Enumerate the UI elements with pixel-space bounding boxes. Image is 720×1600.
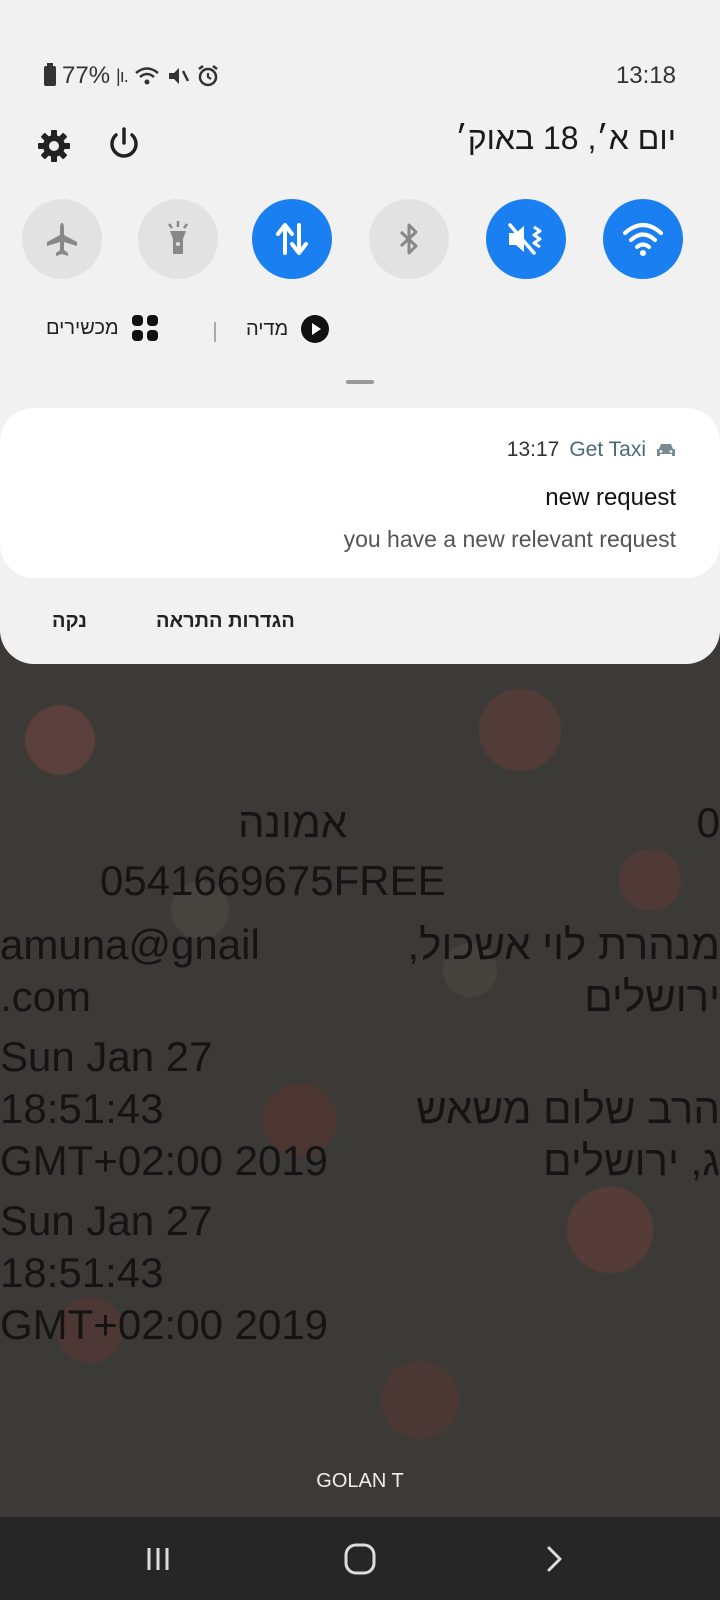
notification-time: 13:17 bbox=[506, 438, 560, 461]
battery-level: 77% bbox=[62, 62, 111, 89]
vibrate-mute-icon bbox=[508, 223, 542, 255]
recents-button[interactable] bbox=[138, 1539, 178, 1579]
back-button[interactable] bbox=[534, 1539, 574, 1579]
date-label: יום א׳, 18 באוק׳ bbox=[455, 120, 676, 156]
airplane-icon bbox=[47, 223, 77, 256]
notification-header: Get Taxi 13:17 bbox=[507, 438, 676, 462]
car-icon bbox=[657, 444, 675, 456]
drag-handle[interactable] bbox=[346, 380, 374, 384]
bg-tz-1: GMT+02:00 2019 bbox=[0, 1137, 329, 1184]
navigation-bar bbox=[0, 1517, 720, 1600]
airplane-mode-toggle[interactable] bbox=[22, 199, 102, 279]
bg-city: ירושלים bbox=[584, 973, 720, 1020]
notification-card[interactable]: Get Taxi 13:17 new request you have a ne… bbox=[0, 408, 720, 578]
flashlight-icon bbox=[168, 221, 188, 254]
home-button[interactable] bbox=[340, 1539, 380, 1579]
bg-date-2: Sun Jan 27 bbox=[0, 1197, 213, 1244]
settings-gear-icon[interactable] bbox=[36, 128, 72, 164]
flashlight-toggle[interactable] bbox=[138, 199, 218, 279]
clear-button[interactable]: נקה bbox=[52, 610, 87, 633]
bluetooth-toggle[interactable] bbox=[369, 199, 449, 279]
notification-shade: 77% |ı. 13:18 יום א׳, 18 באוק׳ מדיה מכשי… bbox=[0, 0, 720, 664]
home-icon bbox=[344, 1543, 376, 1575]
bg-phone: 0541669675FREE bbox=[100, 857, 446, 904]
recents-icon bbox=[147, 1548, 169, 1570]
bg-time-2: 18:51:43 bbox=[0, 1249, 164, 1296]
mute-status-icon bbox=[168, 68, 189, 84]
wifi-icon bbox=[623, 223, 663, 256]
wifi-status-icon bbox=[134, 67, 159, 85]
bg-email-domain: .com bbox=[0, 973, 92, 1020]
power-icon[interactable] bbox=[106, 126, 142, 162]
signal-icon: |ı. bbox=[116, 65, 129, 86]
qs-divider bbox=[214, 322, 216, 342]
data-transfer-icon bbox=[276, 223, 308, 255]
play-icon bbox=[301, 315, 330, 343]
bg-email: amuna@gnail bbox=[0, 921, 260, 968]
battery-icon bbox=[44, 63, 56, 86]
notification-title: new request bbox=[545, 484, 676, 511]
mute-toggle[interactable] bbox=[486, 199, 566, 279]
carrier-label: GOLAN T bbox=[316, 1470, 404, 1492]
bg-name: אמונה bbox=[238, 799, 348, 846]
notification-app-name: Get Taxi bbox=[569, 438, 646, 461]
wifi-toggle[interactable] bbox=[603, 199, 683, 279]
bg-digit: 0 bbox=[696, 799, 720, 846]
bg-date-1: Sun Jan 27 bbox=[0, 1033, 213, 1080]
notification-body: you have a new relevant request bbox=[343, 526, 676, 552]
status-icons: 77% |ı. bbox=[44, 62, 220, 90]
bg-address-1: מנהרת לוי אשכול, bbox=[407, 921, 720, 968]
notification-settings-button[interactable]: הגדרות התראה bbox=[156, 610, 295, 633]
bg-tz-2: GMT+02:00 2019 bbox=[0, 1301, 329, 1348]
mobile-data-toggle[interactable] bbox=[252, 199, 332, 279]
bg-city-2: ג, ירושלים bbox=[543, 1137, 720, 1184]
background-app: 0 אמונה 0541669675FREE amuna@gnail מנהרת… bbox=[0, 640, 720, 1517]
chevron-right-icon bbox=[547, 1546, 562, 1572]
bg-time-1: 18:51:43 bbox=[0, 1085, 164, 1132]
media-button[interactable]: מדיה bbox=[246, 314, 330, 344]
devices-grid-icon bbox=[131, 315, 158, 341]
media-label: מדיה bbox=[246, 317, 289, 340]
devices-button[interactable]: מכשירים bbox=[46, 314, 159, 342]
bluetooth-icon bbox=[399, 223, 418, 255]
bg-address-2: הרב שלום משאש bbox=[416, 1085, 720, 1132]
status-bar: 77% |ı. 13:18 bbox=[0, 62, 720, 94]
clock: 13:18 bbox=[615, 62, 676, 89]
alarm-status-icon bbox=[197, 65, 218, 87]
devices-label: מכשירים bbox=[46, 316, 119, 339]
